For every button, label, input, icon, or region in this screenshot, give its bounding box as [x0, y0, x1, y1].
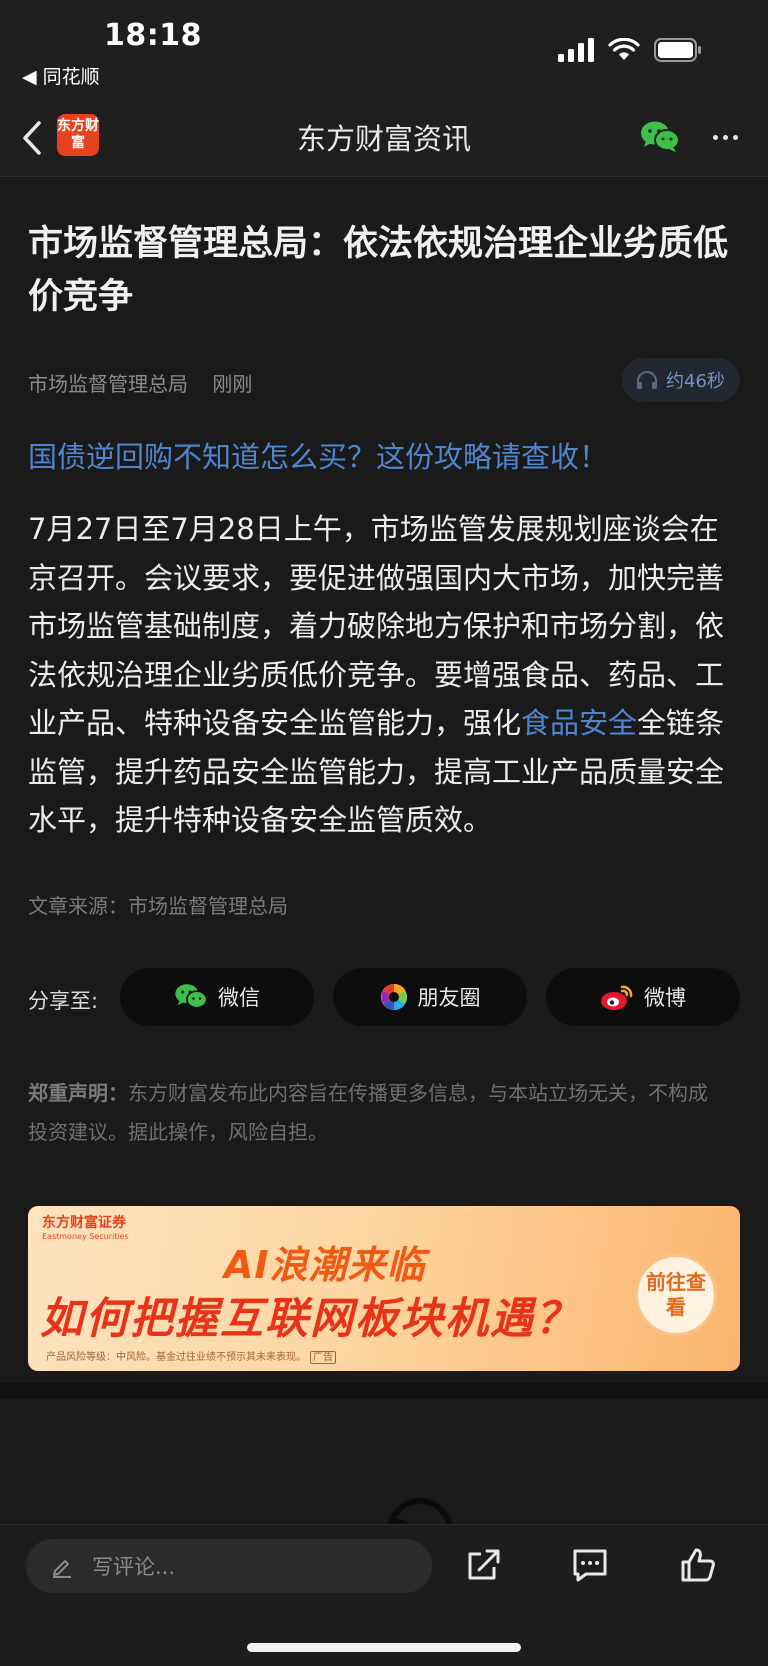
- ad-brand-english: Eastmoney Securities: [42, 1232, 129, 1241]
- disclaimer: 郑重声明：东方财富发布此内容旨在传播更多信息，与本站立场无关，不构成投资建议。据…: [28, 1074, 718, 1152]
- ad-subheadline: 如何把握互联网板块机遇？: [40, 1294, 580, 1344]
- article-time: 刚刚: [212, 372, 253, 396]
- ad-cta-button[interactable]: 前往查看: [635, 1254, 717, 1336]
- comment-icon[interactable]: [570, 1545, 610, 1585]
- ad-risk-note: 产品风险等级：中风险。基金过往业绩不预示其未来表现。 广告: [46, 1348, 336, 1364]
- share-wechat-button[interactable]: 微信: [120, 968, 314, 1026]
- pencil-icon: [53, 1560, 71, 1578]
- signal-icon: [558, 38, 594, 62]
- listen-audio-button[interactable]: 约46秒: [622, 358, 740, 402]
- promo-link[interactable]: 国债逆回购不知道怎么买？这份攻略请查收！: [28, 434, 608, 476]
- ad-risk-text: 产品风险等级：中风险。基金过往业绩不预示其未来表现。: [46, 1352, 306, 1363]
- home-indicator[interactable]: [247, 1643, 521, 1652]
- share-button-label: 微信: [218, 986, 260, 1010]
- nav-bar: 东方财富 东方财富资讯: [0, 100, 768, 177]
- section-divider: [0, 1383, 768, 1399]
- share-moments-button[interactable]: 朋友圈: [333, 968, 527, 1026]
- more-dot: [722, 134, 728, 140]
- wifi-icon: [608, 38, 640, 60]
- share-weibo-button[interactable]: 微博: [546, 968, 740, 1026]
- wechat-icon: [175, 984, 208, 1009]
- ad-brand-name: 东方财富证券: [42, 1215, 126, 1231]
- disclaimer-text: 东方财富发布此内容旨在传播更多信息，与本站立场无关，不构成投资建议。据此操作，风…: [28, 1081, 708, 1144]
- more-dot: [712, 134, 718, 140]
- status-bar: 18:18 ◀ 同花顺: [0, 0, 768, 100]
- more-dot: [732, 134, 738, 140]
- battery-icon: [654, 38, 701, 62]
- status-icons: [558, 38, 702, 62]
- back-to-app-link[interactable]: ◀ 同花顺: [22, 62, 100, 89]
- share-out-icon[interactable]: [464, 1545, 504, 1585]
- ad-tag: 广告: [310, 1351, 336, 1364]
- ad-banner[interactable]: 东方财富证券 Eastmoney Securities AI浪潮来临 如何把握互…: [28, 1206, 740, 1371]
- wechat-icon: [641, 121, 680, 152]
- comment-input[interactable]: 写评论...: [26, 1539, 432, 1593]
- article-title: 市场监督管理总局：依法依规治理企业劣质低价竞争: [28, 224, 729, 317]
- more-options-button[interactable]: [708, 120, 742, 154]
- keyword-link-food-safety[interactable]: 食品安全: [521, 706, 637, 740]
- headphones-icon: [637, 371, 657, 389]
- article-meta: 市场监督管理总局 刚刚: [28, 368, 252, 397]
- ad-headline: AI浪潮来临: [224, 1243, 426, 1287]
- moments-icon: [380, 984, 407, 1010]
- article-author: 市场监督管理总局: [28, 372, 188, 396]
- lower-content: [0, 1399, 768, 1524]
- article-body: 7月27日至7月28日上午，市场监管发展规划座谈会在京召开。会议要求，要促进做强…: [28, 505, 746, 845]
- article-source: 文章来源：市场监督管理总局: [28, 894, 288, 918]
- audio-duration: 约46秒: [666, 371, 725, 392]
- weibo-icon: [601, 985, 633, 1010]
- ad-brand-logo: 东方财富证券 Eastmoney Securities: [42, 1212, 129, 1241]
- illustration-graphic: [385, 1498, 453, 1524]
- share-button-label: 微博: [644, 986, 686, 1010]
- bottom-action-bar: 写评论...: [0, 1524, 768, 1666]
- share-button-label: 朋友圈: [417, 986, 481, 1010]
- like-icon[interactable]: [678, 1545, 718, 1585]
- disclaimer-label: 郑重声明：: [28, 1081, 128, 1105]
- wechat-share-button[interactable]: [640, 120, 680, 158]
- share-label: 分享至:: [28, 989, 99, 1013]
- comment-placeholder: 写评论...: [92, 1555, 176, 1579]
- status-time: 18:18: [104, 18, 202, 53]
